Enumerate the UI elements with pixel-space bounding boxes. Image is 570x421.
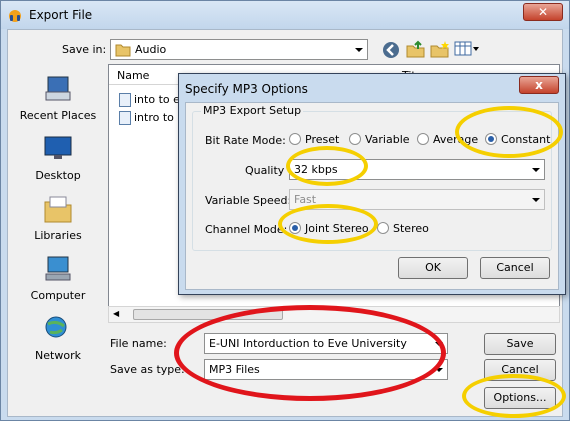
place-label: Libraries <box>34 229 82 242</box>
save-button[interactable]: Save <box>484 333 556 355</box>
radio-label: Average <box>433 133 479 146</box>
radio-joint-stereo[interactable]: Joint Stereo <box>289 222 369 235</box>
radio-dot-selected <box>485 133 497 145</box>
mp3-options-dialog: Specify MP3 Options x MP3 Export Setup B… <box>178 73 566 295</box>
place-label: Desktop <box>35 169 81 182</box>
radio-dot-selected <box>289 222 301 234</box>
file-name-label: File name: <box>110 337 167 350</box>
radio-label: Constant <box>501 133 551 146</box>
chevron-down-icon[interactable] <box>431 334 447 353</box>
chevron-down-icon[interactable] <box>528 160 544 179</box>
places-bar: Recent Places Desktop Libraries Computer <box>10 70 106 390</box>
list-item[interactable]: into to e <box>119 93 180 111</box>
computer-icon <box>45 256 71 281</box>
save-as-type-select[interactable]: MP3 Files <box>204 359 448 380</box>
quality-label: Quality <box>245 164 285 177</box>
place-network[interactable]: Network <box>10 314 106 362</box>
radio-average[interactable]: Average <box>417 133 478 146</box>
radio-label: Preset <box>305 133 340 146</box>
channel-mode-label: Channel Mode: <box>205 223 288 236</box>
new-folder-icon[interactable] <box>430 40 450 58</box>
save-as-type-value: MP3 Files <box>209 363 260 376</box>
desktop-icon <box>44 136 72 159</box>
mp3-cancel-button[interactable]: Cancel <box>480 257 550 279</box>
column-name[interactable]: Name <box>117 69 149 82</box>
list-item-label: intro to e <box>134 111 185 124</box>
list-item-label: into to e <box>134 93 180 106</box>
recent-places-icon <box>45 76 71 101</box>
title-bar: Export File ✕ <box>1 1 569 29</box>
cancel-button[interactable]: Cancel <box>484 359 556 381</box>
place-computer[interactable]: Computer <box>10 254 106 302</box>
chevron-down-icon[interactable] <box>528 190 544 209</box>
network-icon <box>45 316 67 338</box>
scrollbar-thumb[interactable] <box>133 309 283 320</box>
save-as-type-label: Save as type: <box>110 363 185 376</box>
quality-select[interactable]: 32 kbps <box>289 159 545 180</box>
options-button[interactable]: Options... <box>484 387 556 409</box>
back-icon[interactable] <box>382 41 400 59</box>
horizontal-scrollbar[interactable]: ◀ <box>108 306 560 323</box>
audio-file-icon <box>119 93 131 107</box>
radio-dot <box>417 133 429 145</box>
radio-variable[interactable]: Variable <box>349 133 410 146</box>
chevron-down-icon[interactable] <box>431 360 447 379</box>
quality-value: 32 kbps <box>294 163 338 176</box>
audacity-app-icon <box>9 10 21 22</box>
place-label: Computer <box>30 289 86 302</box>
place-desktop[interactable]: Desktop <box>10 134 106 182</box>
place-recent-places[interactable]: Recent Places <box>10 74 106 122</box>
list-item[interactable]: intro to e <box>119 111 184 129</box>
file-name-input[interactable]: E-UNI Intorduction to Eve University <box>204 333 448 354</box>
ok-button[interactable]: OK <box>398 257 468 279</box>
radio-stereo[interactable]: Stereo <box>377 222 429 235</box>
folder-icon <box>115 44 131 57</box>
audio-file-icon <box>119 111 131 125</box>
radio-dot <box>289 133 301 145</box>
mp3-dialog-close-button[interactable]: x <box>519 76 559 94</box>
file-name-value: E-UNI Intorduction to Eve University <box>209 337 407 350</box>
window-title: Export File <box>29 8 93 22</box>
variable-speed-label: Variable Speed: <box>205 194 292 207</box>
bit-rate-mode-label: Bit Rate Mode: <box>205 134 286 147</box>
libraries-icon <box>44 196 72 223</box>
close-button[interactable]: ✕ <box>523 3 563 21</box>
radio-dot <box>349 133 361 145</box>
radio-label: Variable <box>365 133 410 146</box>
place-label: Network <box>35 349 81 362</box>
group-title: MP3 Export Setup <box>201 104 304 117</box>
variable-speed-select[interactable]: Fast <box>289 189 545 210</box>
radio-dot <box>377 222 389 234</box>
variable-speed-value: Fast <box>294 193 317 206</box>
radio-label: Stereo <box>393 222 429 235</box>
radio-label: Joint Stereo <box>305 222 369 235</box>
place-label: Recent Places <box>19 109 97 122</box>
place-libraries[interactable]: Libraries <box>10 194 106 242</box>
scroll-left-icon[interactable]: ◀ <box>113 309 119 318</box>
radio-constant[interactable]: Constant <box>485 133 550 146</box>
mp3-dialog-client: MP3 Export Setup Bit Rate Mode: Preset V… <box>185 102 559 290</box>
chevron-down-icon[interactable] <box>351 40 367 59</box>
radio-preset[interactable]: Preset <box>289 133 339 146</box>
mp3-dialog-title: Specify MP3 Options <box>185 82 308 96</box>
mp3-export-setup-group: MP3 Export Setup Bit Rate Mode: Preset V… <box>192 104 552 251</box>
save-in-label: Save in: <box>62 43 107 56</box>
save-in-value: Audio <box>135 43 167 56</box>
save-in-combo[interactable]: Audio <box>110 39 368 60</box>
view-menu-icon[interactable] <box>454 41 480 57</box>
up-folder-icon[interactable] <box>406 40 426 58</box>
